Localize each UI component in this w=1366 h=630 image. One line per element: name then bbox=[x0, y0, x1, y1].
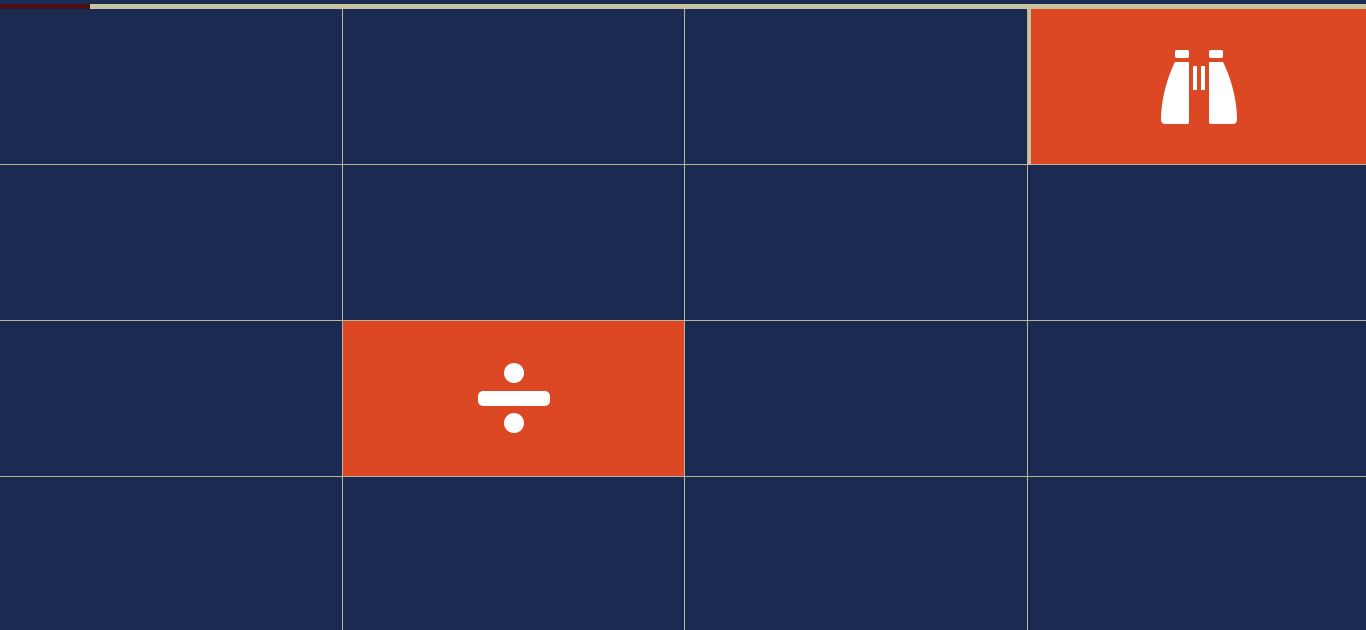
tile-r3-c0[interactable] bbox=[0, 477, 343, 630]
game-page bbox=[0, 0, 1366, 630]
divide-icon bbox=[477, 362, 550, 435]
tile-r0-c3[interactable] bbox=[1028, 9, 1366, 165]
tile-r3-c1[interactable] bbox=[343, 477, 685, 630]
tile-r2-c3[interactable] bbox=[1028, 321, 1366, 477]
tile-r3-c2[interactable] bbox=[685, 477, 1028, 630]
tile-r0-c0[interactable] bbox=[0, 9, 343, 165]
tile-r1-c1[interactable] bbox=[343, 165, 685, 321]
binoculars-icon bbox=[1157, 49, 1241, 124]
tile-r0-c1[interactable] bbox=[343, 9, 685, 165]
tile-r2-c0[interactable] bbox=[0, 321, 343, 477]
tile-r1-c2[interactable] bbox=[685, 165, 1028, 321]
tile-r2-c1[interactable] bbox=[343, 321, 685, 477]
tile-r1-c0[interactable] bbox=[0, 165, 343, 321]
game-board bbox=[0, 9, 1366, 630]
tile-r0-c2[interactable] bbox=[685, 9, 1028, 165]
tile-r3-c3[interactable] bbox=[1028, 477, 1366, 630]
tile-r1-c3[interactable] bbox=[1028, 165, 1366, 321]
tile-r2-c2[interactable] bbox=[685, 321, 1028, 477]
progress-bar bbox=[0, 0, 1366, 9]
